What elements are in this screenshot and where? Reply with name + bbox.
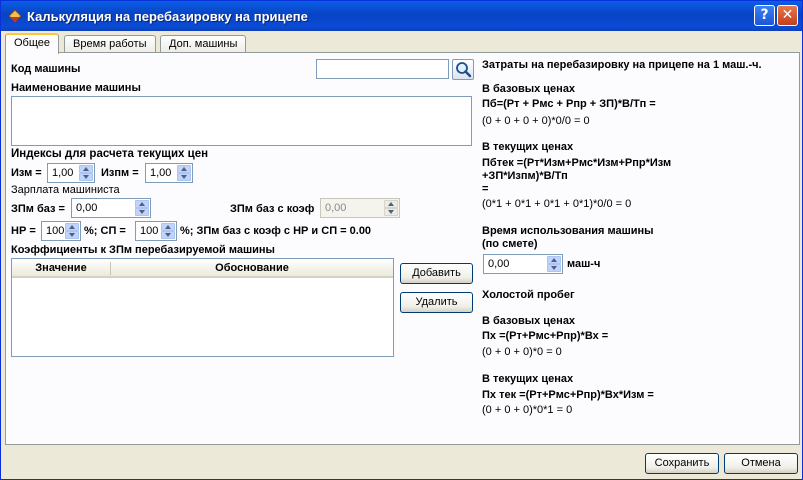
zpm-base-label: ЗПм баз = xyxy=(11,203,65,215)
spin-down-icon[interactable] xyxy=(79,173,93,181)
coef-title: Коэффициенты к ЗПм перебазируемой машины xyxy=(11,244,275,256)
spin-up-icon[interactable] xyxy=(65,223,79,231)
search-button[interactable] xyxy=(452,59,474,80)
window-title: Калькуляция на перебазировку на прицепе xyxy=(27,9,308,24)
pxtek-result: (0 + 0 + 0)*0*1 = 0 xyxy=(482,404,573,416)
pbtek-formula-line-2: +ЗП*Изпм)*В/Тп xyxy=(482,170,568,182)
izm-spin-buttons[interactable] xyxy=(79,165,93,181)
usage-time-label-1: Время использования машины xyxy=(482,225,654,237)
pxtek-formula: Пх тек =(Рт+Рмс+Рпр)*Вх*Изм = xyxy=(482,389,654,401)
spin-up-icon[interactable] xyxy=(177,165,191,173)
zpm-coef-spin-buttons xyxy=(384,200,398,216)
spin-down-icon[interactable] xyxy=(547,264,561,272)
spin-down-icon[interactable] xyxy=(135,208,149,216)
pbtek-formula-line-1: Пбтек =(Рт*Изм+Рмс*Изм+Рпр*Изм xyxy=(482,157,672,169)
spin-down-icon xyxy=(384,208,398,216)
spin-up-icon[interactable] xyxy=(161,223,175,231)
zpm-coef-spinner: 0,00 xyxy=(320,198,400,218)
sp-label: %; СП = xyxy=(84,225,126,237)
current-prices-label-2: В текущих ценах xyxy=(482,373,574,385)
spin-up-icon[interactable] xyxy=(135,200,149,208)
pb-formula: Пб=(Рт + Рмс + Рпр + ЗП)*В/Тп = xyxy=(482,98,656,110)
hr-spinner[interactable]: 100 xyxy=(41,221,81,241)
coefficients-grid[interactable]: Значение Обоснование xyxy=(11,258,394,357)
base-prices-label-1: В базовых ценах xyxy=(482,83,576,95)
tab-work-time[interactable]: Время работы xyxy=(64,35,156,53)
calculation-dialog: Калькуляция на перебазировку на прицепе … xyxy=(0,0,803,480)
sp-value: 100 xyxy=(140,225,159,237)
izpm-label: Изпм = xyxy=(101,167,139,179)
hr-spin-buttons[interactable] xyxy=(65,223,79,239)
sp-spinner[interactable]: 100 xyxy=(135,221,177,241)
zpm-base-spin-buttons[interactable] xyxy=(135,200,149,216)
izm-spinner[interactable]: 1,00 xyxy=(47,163,95,183)
cancel-button[interactable]: Отмена xyxy=(724,453,798,474)
save-button[interactable]: Сохранить xyxy=(645,453,719,474)
zpm-coef-label: ЗПм баз с коэф xyxy=(230,203,315,215)
machine-code-input[interactable] xyxy=(316,59,449,79)
pbtek-result: (0*1 + 0*1 + 0*1 + 0*1)*0/0 = 0 xyxy=(482,198,632,210)
machine-code-label: Код машины xyxy=(11,63,81,75)
usage-unit: маш-ч xyxy=(567,258,601,270)
izm-label: Изм = xyxy=(11,167,42,179)
indices-title: Индексы для расчета текущих цен xyxy=(11,148,209,160)
grid-col-justification[interactable]: Обоснование xyxy=(111,262,393,274)
delete-button[interactable]: Удалить xyxy=(400,292,473,313)
usage-value: 0,00 xyxy=(488,258,510,270)
help-button[interactable]: ? xyxy=(754,5,775,26)
izm-value: 1,00 xyxy=(52,167,74,179)
grid-col-value[interactable]: Значение xyxy=(12,262,110,274)
zpm-base-value: 0,00 xyxy=(76,202,98,214)
sp-spin-buttons[interactable] xyxy=(161,223,175,239)
spin-down-icon[interactable] xyxy=(65,231,79,239)
base-prices-label-2: В базовых ценах xyxy=(482,315,576,327)
usage-spinner[interactable]: 0,00 xyxy=(483,254,563,274)
pbtek-formula-line-3: = xyxy=(482,183,489,195)
hr-label: НР = xyxy=(11,225,36,237)
px-result: (0 + 0 + 0)*0 = 0 xyxy=(482,346,562,358)
title-bar[interactable]: Калькуляция на перебазировку на прицепе … xyxy=(1,1,802,31)
idle-run-label: Холостой пробег xyxy=(482,289,575,301)
hr-value: 100 xyxy=(46,225,65,237)
search-icon xyxy=(456,62,472,78)
spin-up-icon[interactable] xyxy=(547,256,561,264)
px-formula: Пх =(Рт+Рмс+Рпр)*Вх = xyxy=(482,330,609,342)
usage-time-label-2: (по смете) xyxy=(482,238,538,250)
zpm-base-spinner[interactable]: 0,00 xyxy=(71,198,151,218)
add-button[interactable]: Добавить xyxy=(400,263,473,284)
izpm-spinner[interactable]: 1,00 xyxy=(145,163,193,183)
spin-up-icon[interactable] xyxy=(79,165,93,173)
current-prices-label-1: В текущих ценах xyxy=(482,141,574,153)
usage-spin-buttons[interactable] xyxy=(547,256,561,272)
tab-general[interactable]: Общее xyxy=(5,33,60,54)
spin-down-icon[interactable] xyxy=(161,231,175,239)
zpm-coef-value: 0,00 xyxy=(325,202,347,214)
salary-title: Зарплата машиниста xyxy=(11,184,120,196)
pb-result: (0 + 0 + 0 + 0)*0/0 = 0 xyxy=(482,115,590,127)
close-button[interactable]: ✕ xyxy=(777,5,798,26)
app-icon xyxy=(8,9,22,23)
izpm-spin-buttons[interactable] xyxy=(177,165,191,181)
zpm-hr-sp-text: %; ЗПм баз с коэф с НР и СП = 0.00 xyxy=(180,225,372,237)
machine-name-label: Наименование машины xyxy=(11,82,141,94)
izpm-value: 1,00 xyxy=(150,167,172,179)
spin-up-icon xyxy=(384,200,398,208)
spin-down-icon[interactable] xyxy=(177,173,191,181)
costs-heading: Затраты на перебазировку на прицепе на 1… xyxy=(482,59,762,71)
grid-header: Значение Обоснование xyxy=(12,259,393,278)
tab-extra-machines[interactable]: Доп. машины xyxy=(160,35,247,53)
machine-name-textarea[interactable] xyxy=(11,96,472,146)
